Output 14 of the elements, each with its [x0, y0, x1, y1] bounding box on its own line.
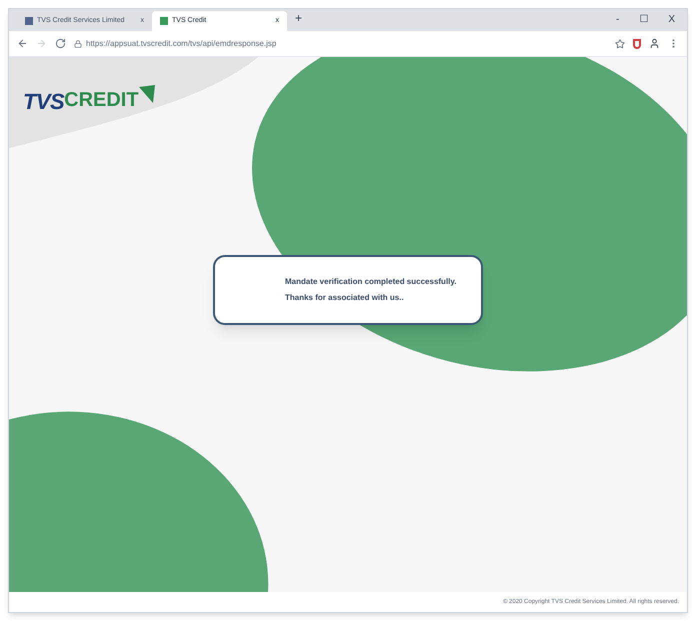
minimize-button[interactable]: -	[616, 12, 620, 27]
new-tab-button[interactable]: +	[295, 9, 302, 27]
profile-icon[interactable]	[649, 38, 660, 49]
close-button[interactable]: X	[668, 12, 675, 27]
back-icon[interactable]	[17, 38, 28, 49]
maximize-button[interactable]: ☐	[639, 12, 648, 27]
address-field[interactable]: https://appsuat.tvscredit.com/tvs/api/emdresponse.jsp	[74, 38, 607, 50]
reload-icon[interactable]	[55, 38, 66, 49]
tvs-credit-logo: TVSCREDIT	[23, 85, 155, 118]
url-text: https://appsuat.tvscredit.com/tvs/api/emdresponse.jsp	[86, 38, 276, 50]
message-text: Thanks for associated with us..	[285, 292, 405, 304]
message-text: Mandate verification completed successfully.	[285, 276, 458, 288]
bookmark-star-icon[interactable]	[615, 38, 625, 48]
lock-icon	[74, 40, 82, 48]
